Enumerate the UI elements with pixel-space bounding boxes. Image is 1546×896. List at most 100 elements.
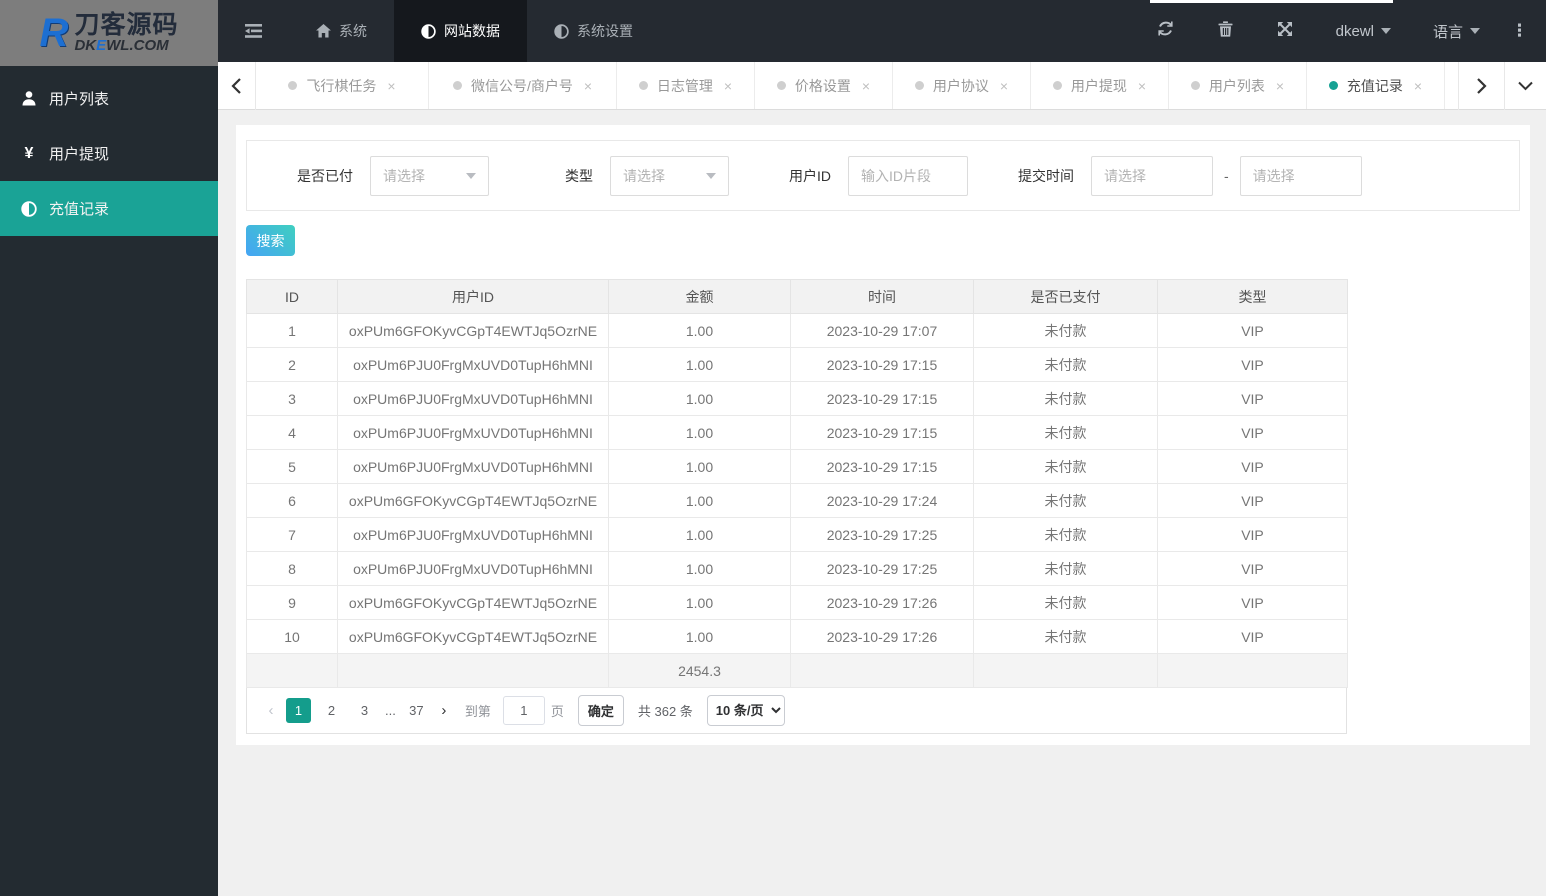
cell-time: 2023-10-29 17:26 [790,585,974,620]
time-from-input[interactable] [1091,155,1213,196]
page-button-3[interactable]: 3 [352,698,377,723]
cell-amount: 1.00 [608,381,791,416]
page-unit-label: 页 [550,704,564,719]
filter-userid: 用户ID [789,155,968,196]
cell-type: VIP [1157,483,1348,518]
tab-dot-icon [288,81,298,90]
chevron-right-icon [1477,78,1487,94]
time-to-input[interactable] [1239,155,1362,196]
table-row: 8 oxPUm6PJU0FrgMxUVD0TupH6hMNI 1.00 2023… [246,551,1348,586]
menu-system[interactable]: 系统 [289,0,394,62]
tab-recharge-records[interactable]: 充值记录 × [1307,62,1445,109]
search-button[interactable]: 搜索 [246,225,295,256]
tab-label: 价格设置 [794,77,851,94]
close-icon[interactable]: × [387,78,395,94]
tab-feixingqi[interactable]: 飞行棋任务 × [256,62,429,109]
cell-amount: 1.00 [608,415,791,450]
cell-userid: oxPUm6PJU0FrgMxUVD0TupH6hMNI [337,347,609,382]
tab-label: 充值记录 [1346,77,1403,94]
user-icon [20,91,38,106]
filter-submit-time: 提交时间 - [1018,155,1362,196]
cell-type: VIP [1157,415,1348,450]
close-icon[interactable]: × [1276,78,1284,94]
cell-id: 2 [246,347,338,382]
date-range-separator: - [1224,167,1229,184]
menu-site-data[interactable]: 网站数据 [394,0,527,62]
sidebar: 用户列表 ¥ 用户提现 充值记录 [0,66,218,896]
page-button-2[interactable]: 2 [319,698,344,723]
type-select[interactable]: 请选择 [610,155,729,196]
cell-id: 1 [246,313,338,348]
tab-label: 微信公号/商户号 [470,77,573,94]
tab-dot-icon [776,81,786,90]
close-icon[interactable]: × [1000,78,1008,94]
close-icon[interactable]: × [1414,78,1422,94]
close-icon[interactable]: × [724,78,732,94]
fullscreen-button[interactable] [1255,0,1315,62]
table-row: 10 oxPUm6GFOKyvCGpT4EWTJq5OzrNE 1.00 202… [246,619,1348,654]
tab-user-list[interactable]: 用户列表 × [1169,62,1307,109]
filter-panel: 是否已付 请选择 类型 请选择 用户ID 提交时间 [246,140,1520,211]
table-row: 7 oxPUm6PJU0FrgMxUVD0TupH6hMNI 1.00 2023… [246,517,1348,552]
col-type: 类型 [1157,279,1348,314]
page-button-1[interactable]: 1 [286,698,311,723]
prev-page-button[interactable]: ‹ [260,702,282,719]
refresh-button[interactable] [1135,0,1196,62]
user-menu[interactable]: dkewl [1315,23,1412,40]
cell-userid: oxPUm6PJU0FrgMxUVD0TupH6hMNI [337,449,609,484]
trash-icon [1218,20,1233,42]
open-tabs: 飞行棋任务 × 微信公号/商户号 × 日志管理 × 价格设置 × 用户协议 × … [256,62,1458,109]
cell-type: VIP [1157,347,1348,382]
table-total-row: 2454.3 [246,653,1348,688]
app-logo: R 刀客源码 DKEWL.COM [0,0,218,66]
cell-id: 4 [246,415,338,450]
close-icon[interactable]: × [584,78,592,94]
tab-user-withdraw[interactable]: 用户提现 × [1031,62,1169,109]
next-page-button[interactable]: › [433,702,455,719]
table-row: 5 oxPUm6PJU0FrgMxUVD0TupH6hMNI 1.00 2023… [246,449,1348,484]
tabs-menu-button[interactable] [1504,62,1546,110]
cell-id: 10 [246,619,338,654]
close-icon[interactable]: × [862,78,870,94]
tabs-scroll-left-button[interactable] [218,62,256,110]
filter-type-label: 类型 [565,167,593,184]
records-table: ID 用户ID 金额 时间 是否已支付 类型 1 oxPUm6GFOKyvCGp… [246,279,1348,688]
sidebar-item-label: 充值记录 [49,201,110,218]
paid-select[interactable]: 请选择 [370,155,489,196]
menu-system-label: 系统 [339,23,367,39]
tabs-scroll-right-button[interactable] [1458,62,1504,110]
close-icon[interactable]: × [1138,78,1146,94]
more-options-button[interactable]: ⋮ [1501,21,1538,41]
table-row: 2 oxPUm6PJU0FrgMxUVD0TupH6hMNI 1.00 2023… [246,347,1348,382]
language-menu[interactable]: 语言 [1412,21,1501,42]
cell-userid: oxPUm6GFOKyvCGpT4EWTJq5OzrNE [337,313,609,348]
sidebar-item-recharge-records[interactable]: 充值记录 [0,181,218,236]
clear-cache-button[interactable] [1196,0,1255,62]
cell-id: 8 [246,551,338,586]
table-row: 6 oxPUm6GFOKyvCGpT4EWTJq5OzrNE 1.00 2023… [246,483,1348,518]
page-size-select[interactable]: 10 条/页 [706,695,785,726]
tab-price-settings[interactable]: 价格设置 × [755,62,893,109]
tab-label: 用户列表 [1208,77,1265,94]
chevron-down-icon [706,172,716,179]
cell-time: 2023-10-29 17:25 [790,517,974,552]
tab-label: 日志管理 [656,77,713,94]
tab-log-management[interactable]: 日志管理 × [617,62,755,109]
goto-page-input[interactable] [502,696,545,725]
page-button-37[interactable]: 37 [404,698,429,723]
type-select-value: 请选择 [623,167,665,184]
tab-wechat-account[interactable]: 微信公号/商户号 × [429,62,617,109]
tab-dot-icon [1328,81,1338,90]
userid-input[interactable] [848,155,968,196]
navbar-right-controls: dkewl 语言 ⋮ [1135,0,1538,62]
tab-label: 用户协议 [932,77,989,94]
sidebar-toggle-button[interactable] [218,0,289,62]
tab-user-agreement[interactable]: 用户协议 × [893,62,1031,109]
sidebar-item-user-withdraw[interactable]: ¥ 用户提现 [0,126,218,181]
cell-userid: oxPUm6PJU0FrgMxUVD0TupH6hMNI [337,517,609,552]
chevron-down-icon [466,172,476,179]
confirm-button[interactable]: 确定 [577,695,624,726]
sidebar-item-user-list[interactable]: 用户列表 [0,71,218,126]
menu-settings[interactable]: 系统设置 [527,0,660,62]
cell-id: 5 [246,449,338,484]
